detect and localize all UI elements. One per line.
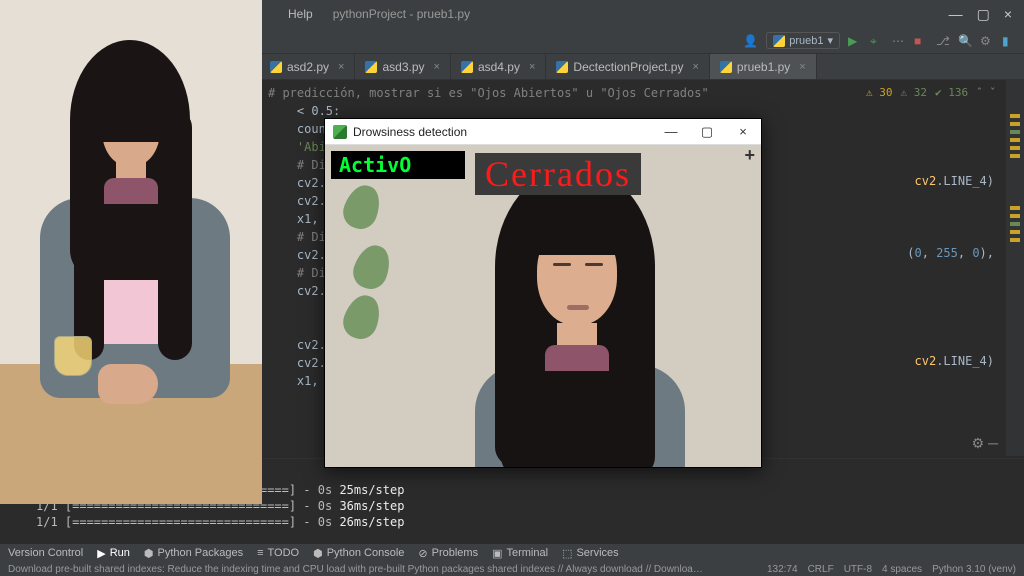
run-icon[interactable]: ▶	[848, 34, 862, 48]
tool-python-console[interactable]: ⬢ Python Console	[313, 547, 404, 560]
more-run-icon[interactable]: ⋯	[892, 34, 906, 48]
close-icon[interactable]: ×	[692, 61, 698, 73]
debug-icon[interactable]: ⌖	[870, 34, 884, 48]
run-config-label: prueb1	[789, 35, 823, 47]
chevron-down-icon: ▾	[827, 34, 833, 47]
main-toolbar: 👤 prueb1 ▾ ▶ ⌖ ⋯ ■ ⎇ 🔍 ⚙ ▮	[260, 28, 1024, 54]
python-icon	[556, 61, 568, 73]
drowsiness-detection-window[interactable]: Drowsiness detection — ▢ × ActivO Cerrad…	[324, 118, 762, 468]
typo-count: 136	[948, 86, 968, 99]
caret-position[interactable]: 132:74	[767, 564, 798, 575]
editor-settings-icon[interactable]: ⚙ ─	[972, 435, 998, 452]
crosshair-icon: +	[744, 145, 755, 166]
cv-maximize-icon[interactable]: ▢	[689, 124, 725, 140]
window-title: pythonProject - prueb1.py	[333, 7, 470, 21]
tab-asd3[interactable]: asd3.py ×	[355, 54, 450, 79]
tool-todo[interactable]: ≡ TODO	[257, 547, 299, 559]
indent-setting[interactable]: 4 spaces	[882, 564, 922, 575]
bottom-toolwindow-bar: Version Control ▶ Run ⬢ Python Packages …	[0, 544, 1024, 562]
tab-label: DectectionProject.py	[573, 60, 683, 74]
status-message[interactable]: Download pre-built shared indexes: Reduc…	[8, 564, 708, 575]
cv-frame: ActivO Cerrados +	[325, 145, 761, 467]
inspection-summary[interactable]: ⚠ 30 ⚠ 32 ✔ 136 ˆ ˇ	[866, 84, 996, 102]
tool-problems[interactable]: ⊘ Problems	[418, 547, 478, 560]
nav-arrows-icon[interactable]: ˆ ˇ	[976, 84, 996, 102]
cv-close-icon[interactable]: ×	[725, 124, 761, 139]
warn-count: 30	[879, 86, 892, 99]
close-icon[interactable]: ×	[799, 61, 805, 73]
tool-terminal[interactable]: ▣ Terminal	[492, 547, 548, 560]
python-interpreter[interactable]: Python 3.10 (venv)	[932, 564, 1016, 575]
python-icon	[773, 35, 785, 47]
editor-tabs: asd2.py × asd3.py × asd4.py × DectectionPro…	[260, 54, 1024, 80]
tool-run[interactable]: ▶ Run	[97, 547, 130, 560]
close-icon[interactable]: ×	[338, 61, 344, 73]
tab-prueb1[interactable]: prueb1.py ×	[710, 54, 817, 79]
settings-icon[interactable]: ⚙	[980, 34, 994, 48]
code-hint: (0, 255, 0),	[907, 244, 994, 262]
git-icon[interactable]: ⎇	[936, 34, 950, 48]
overview-gutter[interactable]	[1006, 80, 1024, 456]
tab-asd4[interactable]: asd4.py ×	[451, 54, 546, 79]
code-hint: cv2.LINE_4)	[915, 172, 994, 190]
overlay-status-label: Cerrados	[475, 153, 641, 195]
plugin-icon[interactable]: ▮	[1002, 34, 1016, 48]
menu-help[interactable]: Help	[280, 7, 321, 21]
tab-label: asd4.py	[478, 60, 520, 74]
weak-count: 32	[914, 86, 927, 99]
opencv-icon	[333, 125, 347, 139]
close-icon[interactable]: ×	[529, 61, 535, 73]
python-icon	[365, 61, 377, 73]
cv-window-titlebar[interactable]: Drowsiness detection — ▢ ×	[325, 119, 761, 145]
window-close-icon[interactable]: ×	[1004, 6, 1012, 22]
code-hint: cv2.LINE_4)	[915, 352, 994, 370]
tool-python-packages[interactable]: ⬢ Python Packages	[144, 547, 243, 560]
background-decoration	[345, 185, 405, 345]
console-line: 1/1 [==============================] - 0…	[36, 515, 1014, 529]
cv-minimize-icon[interactable]: —	[653, 124, 689, 139]
run-config-selector[interactable]: prueb1 ▾	[766, 32, 840, 49]
tool-version-control[interactable]: Version Control	[8, 547, 83, 559]
status-bar: Download pre-built shared indexes: Reduc…	[0, 562, 1024, 576]
secondary-camera-view	[0, 0, 262, 504]
tab-label: asd2.py	[287, 60, 329, 74]
python-icon	[270, 61, 282, 73]
cv-window-title: Drowsiness detection	[353, 125, 467, 139]
tab-label: asd3.py	[382, 60, 424, 74]
window-controls: — ▢ ×	[937, 0, 1024, 28]
python-icon	[461, 61, 473, 73]
avatar-icon[interactable]: 👤	[743, 34, 758, 48]
tab-asd2[interactable]: asd2.py ×	[260, 54, 355, 79]
window-minimize-icon[interactable]: —	[949, 6, 963, 22]
tab-detection[interactable]: DectectionProject.py ×	[546, 54, 710, 79]
tab-label: prueb1.py	[737, 60, 790, 74]
overlay-active-label: ActivO	[331, 151, 465, 179]
tool-services[interactable]: ⬚ Services	[562, 547, 619, 560]
file-encoding[interactable]: UTF-8	[844, 564, 872, 575]
line-separator[interactable]: CRLF	[808, 564, 834, 575]
python-icon	[720, 61, 732, 73]
window-maximize-icon[interactable]: ▢	[977, 6, 990, 23]
search-icon[interactable]: 🔍	[958, 34, 972, 48]
stop-icon[interactable]: ■	[914, 34, 928, 48]
close-icon[interactable]: ×	[434, 61, 440, 73]
glass-object	[54, 336, 92, 376]
